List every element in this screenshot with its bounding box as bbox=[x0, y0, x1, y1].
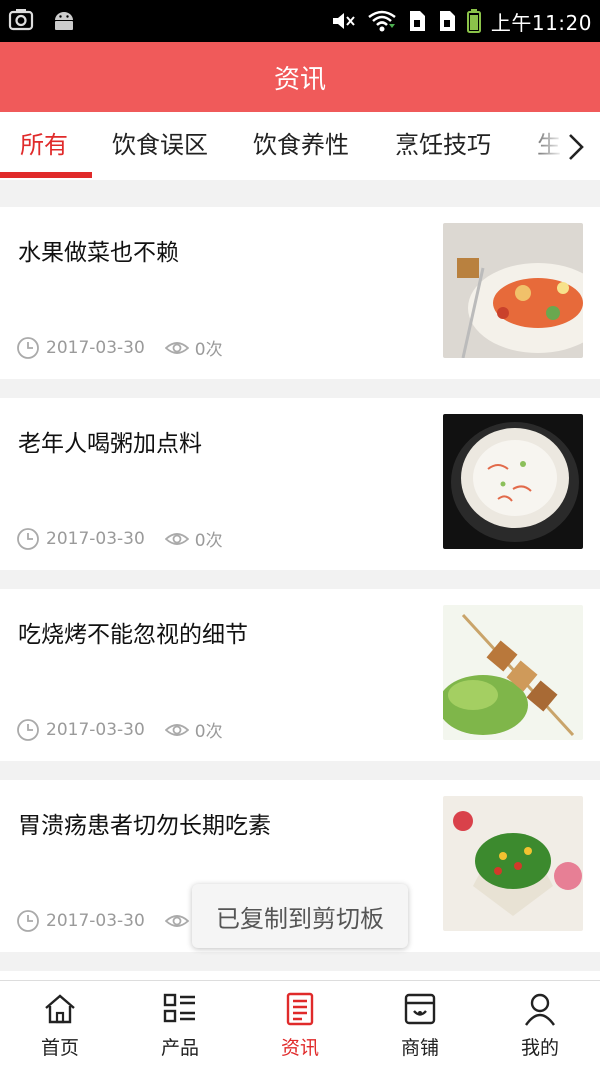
eye-icon bbox=[164, 914, 189, 927]
clock-icon bbox=[17, 336, 39, 359]
article-views: 0次 bbox=[194, 340, 223, 360]
nav-me[interactable]: 我的 bbox=[480, 981, 600, 1067]
article-meta: 2017-03-30 0次 bbox=[16, 526, 223, 551]
article-date: 2017-03-30 bbox=[46, 910, 145, 931]
app-bar: 资讯 bbox=[0, 42, 600, 112]
fruit-salad-photo bbox=[443, 223, 583, 358]
eye-icon bbox=[164, 341, 189, 354]
tab-all[interactable]: 所有 bbox=[20, 112, 68, 180]
article-views: 0次 bbox=[194, 531, 223, 551]
news-icon bbox=[286, 992, 314, 1026]
store-icon bbox=[404, 993, 436, 1025]
article-date: 2017-03-30 bbox=[46, 719, 145, 740]
vegetable-plate-photo bbox=[443, 796, 583, 931]
nav-home-label: 首页 bbox=[40, 1037, 79, 1059]
article-card[interactable]: 吃烧烤不能忽视的细节 2017-03-30 0次 bbox=[0, 589, 600, 761]
nav-store[interactable]: 商铺 bbox=[360, 981, 480, 1067]
screenshot-icon bbox=[8, 9, 34, 31]
mute-icon bbox=[332, 13, 355, 29]
android-icon bbox=[55, 12, 73, 30]
battery-icon bbox=[466, 9, 481, 33]
article-title: 水果做菜也不赖 bbox=[18, 240, 179, 266]
chevron-right-icon[interactable] bbox=[564, 132, 588, 162]
sim1-icon bbox=[409, 11, 425, 31]
article-meta: 2017-03-30 0次 bbox=[16, 335, 223, 360]
article-title: 胃溃疡患者切勿长期吃素 bbox=[18, 813, 271, 839]
skewer-photo bbox=[443, 605, 583, 740]
nav-news[interactable]: 资讯 bbox=[240, 981, 360, 1067]
page-title: 资讯 bbox=[273, 64, 326, 95]
toast-message: 已复制到剪切板 bbox=[192, 884, 408, 948]
article-date: 2017-03-30 bbox=[46, 528, 145, 549]
article-meta: 2017-03-30 0次 bbox=[16, 717, 223, 742]
clock-icon bbox=[17, 718, 39, 741]
tab-diet-myths[interactable]: 饮食误区 bbox=[112, 112, 208, 180]
status-bar: 上午11:20 bbox=[0, 0, 600, 42]
eye-icon bbox=[164, 723, 189, 736]
wifi-icon bbox=[368, 10, 396, 32]
category-tabs: 所有 饮食误区 饮食养性 烹饪技巧 生 bbox=[0, 112, 600, 180]
nav-me-label: 我的 bbox=[520, 1037, 559, 1059]
article-card[interactable]: 水果做菜也不赖 2017-03-30 0次 bbox=[0, 207, 600, 379]
nav-products-label: 产品 bbox=[160, 1037, 199, 1059]
nav-news-label: 资讯 bbox=[280, 1037, 319, 1059]
nav-products[interactable]: 产品 bbox=[120, 981, 240, 1067]
article-views: 0次 bbox=[194, 722, 223, 742]
clock: 上午11:20 bbox=[490, 10, 592, 35]
tab-cooking-tips[interactable]: 烹饪技巧 bbox=[395, 112, 491, 180]
porridge-photo bbox=[443, 414, 583, 549]
tabs-fade bbox=[520, 112, 600, 180]
nav-store-label: 商铺 bbox=[400, 1037, 439, 1059]
article-card[interactable]: 老年人喝粥加点料 2017-03-30 0次 bbox=[0, 398, 600, 570]
eye-icon bbox=[164, 532, 189, 545]
sim2-icon bbox=[439, 11, 455, 31]
home-icon bbox=[45, 994, 75, 1024]
article-title: 老年人喝粥加点料 bbox=[18, 431, 202, 457]
nav-home[interactable]: 首页 bbox=[0, 981, 120, 1067]
grid-list-icon bbox=[163, 993, 195, 1023]
clock-icon bbox=[17, 527, 39, 550]
article-date: 2017-03-30 bbox=[46, 337, 145, 358]
active-tab-indicator bbox=[0, 172, 92, 178]
clock-icon bbox=[17, 909, 39, 932]
bottom-navigation: 首页 产品 资讯 商铺 我的 bbox=[0, 980, 600, 1067]
tab-diet-nourish[interactable]: 饮食养性 bbox=[253, 112, 349, 180]
article-title: 吃烧烤不能忽视的细节 bbox=[18, 622, 248, 648]
user-icon bbox=[525, 993, 555, 1026]
